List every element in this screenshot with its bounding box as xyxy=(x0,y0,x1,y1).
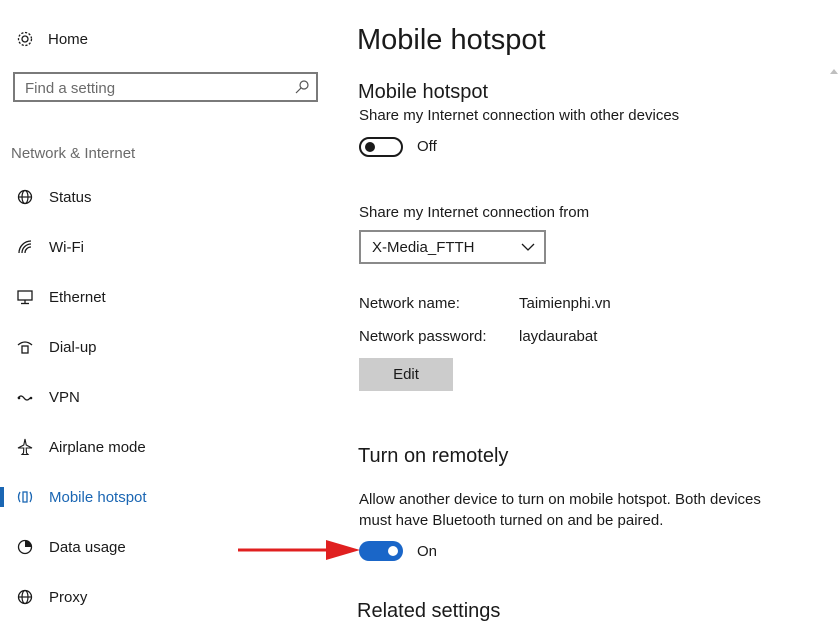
sidebar-item-airplane-mode[interactable]: Airplane mode xyxy=(0,434,330,460)
sidebar-item-label: Ethernet xyxy=(49,288,106,306)
vpn-icon xyxy=(16,388,34,406)
remote-description-line1: Allow another device to turn on mobile h… xyxy=(359,491,761,508)
hotspot-toggle-state: Off xyxy=(417,138,437,155)
network-password-label: Network password: xyxy=(359,328,487,345)
related-settings-heading: Related settings xyxy=(357,600,501,622)
sidebar: Home Network & Internet Status Wi-Fi Eth… xyxy=(0,0,340,615)
scroll-up-icon[interactable] xyxy=(830,68,838,76)
gear-icon xyxy=(16,30,34,48)
airplane-icon xyxy=(16,438,34,456)
data-usage-icon xyxy=(16,538,34,556)
scrollbar[interactable] xyxy=(828,66,840,615)
sidebar-item-wifi[interactable]: Wi-Fi xyxy=(0,234,330,260)
share-from-label: Share my Internet connection from xyxy=(359,204,590,221)
home-link[interactable]: Home xyxy=(16,27,88,51)
remote-toggle-state: On xyxy=(417,543,438,560)
toggle-knob xyxy=(388,546,398,556)
globe-status-icon xyxy=(16,188,34,206)
main-panel: Mobile hotspot Mobile hotspot Share my I… xyxy=(340,0,840,615)
hotspot-description: Share my Internet connection with other … xyxy=(359,107,680,124)
sidebar-item-label: Wi-Fi xyxy=(49,238,84,256)
sidebar-item-vpn[interactable]: VPN xyxy=(0,384,330,410)
toggle-knob xyxy=(365,142,375,152)
wifi-icon xyxy=(16,238,34,256)
network-name-value: Taimienphi.vn xyxy=(519,295,611,312)
remote-description-line2: must have Bluetooth turned on and be pai… xyxy=(359,512,664,529)
mobile-hotspot-icon xyxy=(16,488,34,506)
remote-toggle[interactable] xyxy=(359,541,403,561)
ethernet-icon xyxy=(16,288,34,306)
sidebar-item-label: VPN xyxy=(49,388,80,406)
sidebar-item-label: Mobile hotspot xyxy=(49,488,147,506)
home-label: Home xyxy=(48,30,89,48)
sidebar-item-ethernet[interactable]: Ethernet xyxy=(0,284,330,310)
sidebar-item-label: Proxy xyxy=(49,588,88,606)
search-input[interactable] xyxy=(25,78,285,98)
edit-button[interactable]: Edit xyxy=(359,358,453,391)
network-password-value: laydaurabat xyxy=(519,328,598,345)
red-arrow-annotation xyxy=(238,540,360,560)
search-box[interactable] xyxy=(13,72,318,102)
sidebar-item-status[interactable]: Status xyxy=(0,184,330,210)
sidebar-item-label: Data usage xyxy=(49,538,126,556)
sidebar-item-mobile-hotspot[interactable]: Mobile hotspot xyxy=(0,484,330,510)
share-from-dropdown[interactable]: X-Media_FTTH xyxy=(359,230,546,264)
hotspot-toggle[interactable] xyxy=(359,137,403,157)
proxy-globe-icon xyxy=(16,588,34,606)
active-indicator xyxy=(0,487,4,507)
search-icon[interactable] xyxy=(294,79,310,95)
share-from-value: X-Media_FTTH xyxy=(372,239,475,256)
hotspot-section-title: Mobile hotspot xyxy=(358,81,489,103)
sidebar-item-proxy[interactable]: Proxy xyxy=(0,584,330,610)
network-name-label: Network name: xyxy=(359,295,460,312)
sidebar-item-label: Airplane mode xyxy=(49,438,146,456)
remote-section-title: Turn on remotely xyxy=(358,445,509,467)
sidebar-item-label: Status xyxy=(49,188,92,206)
sidebar-item-label: Dial-up xyxy=(49,338,97,356)
page-title: Mobile hotspot xyxy=(357,24,546,56)
chevron-down-icon xyxy=(520,239,536,255)
sidebar-item-dial-up[interactable]: Dial-up xyxy=(0,334,330,360)
section-label: Network & Internet xyxy=(11,145,136,162)
dial-up-icon xyxy=(16,338,34,356)
